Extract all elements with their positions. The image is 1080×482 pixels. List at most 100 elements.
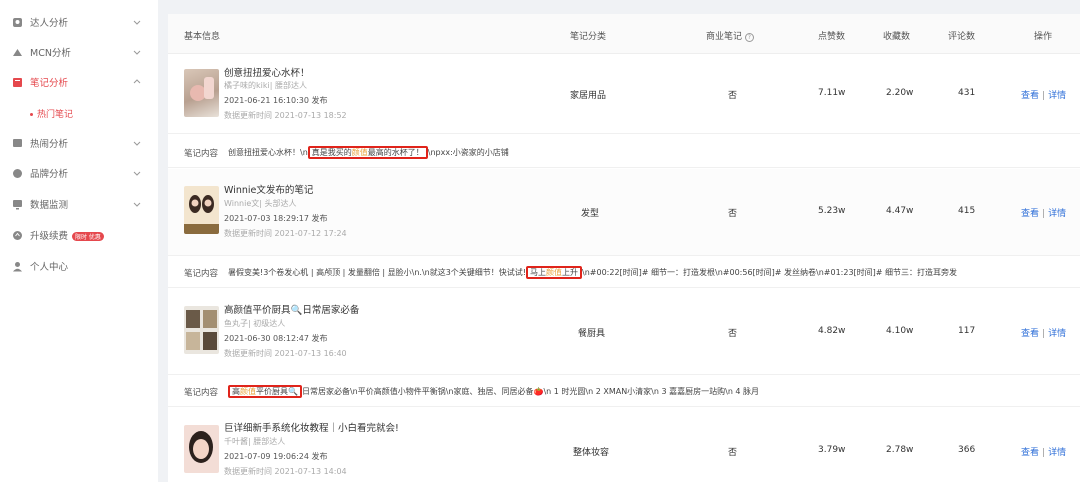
note-content-row: 笔记内容 暑假变美!3个卷发心机 | 高颅顶 | 发量翻倍 | 显脸小\n.\n… (168, 256, 1080, 288)
note-update-time: 数据更新时间 2021-07-13 14:04 (224, 467, 347, 476)
content-text-post: \npxx:小瓷家的小店铺 (427, 148, 509, 157)
sidebar-item-monitor[interactable]: 数据监测 (0, 189, 158, 219)
note-category: 家居用品 (570, 91, 607, 101)
note-content-text: 暑假变美!3个卷发心机 | 高颅顶 | 发量翻倍 | 显脸小\n.\n就这3个关… (228, 266, 958, 279)
sidebar-subitem-hot-notes[interactable]: 热门笔记 (30, 107, 73, 120)
note-comments: 415 (958, 206, 976, 216)
row-actions: 查看 | 详情 (1021, 88, 1066, 101)
sidebar-item-notes[interactable]: 笔记分析 (0, 67, 158, 97)
notebook-icon (12, 77, 23, 88)
sidebar-item-mcn[interactable]: MCN分析 (0, 37, 158, 67)
sidebar-item-hot[interactable]: 热闹分析 (0, 128, 158, 158)
content-text-pre: 创意扭扭爱心水杯！\n (228, 148, 308, 157)
brand-icon (12, 168, 23, 179)
content-text-boxed: 真是我买的 (311, 148, 352, 157)
sidebar-item-upgrade[interactable]: 升级续费 限时 优惠 (0, 220, 158, 250)
content-text-pre: 暑假变美!3个卷发心机 | 高颅顶 | 发量翻倍 | 显脸小\n.\n就这3个关… (228, 268, 527, 277)
sidebar-item-label-text: 升级续费 (30, 231, 69, 242)
note-likes: 4.82w (818, 326, 846, 336)
note-likes: 5.23w (818, 206, 846, 216)
content-text-post: 日常居家必备\n平价高颜值小物件平衡锅\n家庭、独居、同居必备🍅\n 1 时光圆… (301, 387, 760, 396)
sidebar-item-brand[interactable]: 品牌分析 (0, 158, 158, 188)
sidebar-item-label: MCN分析 (30, 48, 71, 59)
note-thumbnail[interactable] (184, 69, 219, 117)
sidebar-item-label: 升级续费 限时 优惠 (30, 228, 104, 242)
header-favorites[interactable]: 收藏数 (883, 29, 910, 42)
chevron-up-icon (133, 78, 141, 86)
row-actions: 查看 | 详情 (1021, 206, 1066, 219)
note-thumbnail[interactable] (184, 186, 219, 234)
upgrade-icon (12, 230, 23, 241)
view-link[interactable]: 查看 (1021, 91, 1039, 101)
table-row: Winnie文发布的笔记 Winnie文| 头部达人 2021-07-03 18… (168, 169, 1080, 256)
note-commercial: 否 (728, 448, 738, 458)
note-title[interactable]: 创意扭扭爱心水杯！ (224, 65, 310, 79)
help-icon[interactable]: ? (744, 33, 754, 42)
sidebar: 达人分析 MCN分析 笔记分析 热门笔记 热闹分析 品牌分析 数据监测 升级续费… (0, 0, 158, 482)
note-title[interactable]: Winnie文发布的笔记 (224, 182, 313, 196)
note-content-row: 笔记内容 高颜值平价厨具🔍 日常居家必备\n平价高颜值小物件平衡锅\n家庭、独居、… (168, 375, 1080, 407)
sidebar-subitem-label: 热门笔记 (37, 110, 74, 120)
content-highlight-box: 真是我买的颜值最高的水杯了！ (307, 146, 428, 159)
header-likes[interactable]: 点赞数 (818, 29, 845, 42)
chevron-down-icon (133, 18, 141, 26)
header-commercial: 商业笔记 ? (706, 29, 754, 42)
detail-link[interactable]: 详情 (1048, 448, 1066, 458)
sidebar-item-label: 数据监测 (30, 200, 69, 211)
divider: | (1042, 209, 1046, 219)
chevron-down-icon (133, 139, 141, 147)
view-link[interactable]: 查看 (1021, 448, 1039, 458)
row-actions: 查看 | 详情 (1021, 326, 1066, 339)
note-likes: 7.11w (818, 88, 846, 98)
divider: | (1042, 329, 1046, 339)
note-comments: 117 (958, 326, 976, 336)
sidebar-item-talent[interactable]: 达人分析 (0, 7, 158, 37)
note-publish-time: 2021-06-30 08:12:47 发布 (224, 334, 328, 343)
chevron-down-icon (133, 200, 141, 208)
note-author[interactable]: 橘子味的kiki| 腰部达人 (224, 80, 307, 91)
content-highlight-box: 高颜值平价厨具🔍 (228, 385, 302, 398)
note-category: 发型 (581, 209, 600, 219)
header-ops: 操作 (1034, 32, 1053, 42)
note-title[interactable]: 巨详细新手系统化妆教程｜小白看完就会! (224, 420, 399, 434)
monitor-icon (12, 199, 23, 210)
header-commercial-label: 商业笔记 (706, 32, 743, 42)
table-row: 巨详细新手系统化妆教程｜小白看完就会! 千叶酱| 腰部达人 2021-07-09… (168, 408, 1080, 482)
header-category: 笔记分类 (570, 32, 607, 42)
detail-link[interactable]: 详情 (1048, 209, 1066, 219)
note-author[interactable]: 鱼丸子| 初级达人 (224, 318, 285, 329)
note-likes: 3.79w (818, 445, 846, 455)
note-update-time: 数据更新时间 2021-07-13 18:52 (224, 111, 347, 120)
content-text-post: \n#00:22[时间]# 细节一：打造发根\n#00:56[时间]# 发丝纳卷… (582, 268, 958, 277)
table-header: 基本信息 笔记分类 商业笔记 ? 点赞数 收藏数 评论数 操作 (168, 14, 1080, 54)
sidebar-item-label: 笔记分析 (30, 78, 69, 89)
keyword-highlight: 颜值 (546, 268, 563, 277)
note-commercial: 否 (728, 209, 738, 219)
chevron-down-icon (133, 169, 141, 177)
divider: | (1042, 448, 1046, 458)
note-thumbnail[interactable] (184, 425, 219, 473)
detail-link[interactable]: 详情 (1048, 91, 1066, 101)
row-actions: 查看 | 详情 (1021, 445, 1066, 458)
note-content-row: 笔记内容 创意扭扭爱心水杯！\n 真是我买的颜值最高的水杯了！ \npxx:小瓷家的… (168, 136, 1080, 168)
view-link[interactable]: 查看 (1021, 329, 1039, 339)
note-favorites: 2.78w (886, 445, 914, 455)
sidebar-item-profile[interactable]: 个人中心 (0, 251, 158, 281)
note-comments: 366 (958, 445, 976, 455)
note-title[interactable]: 高颜值平价厨具🔍日常居家必备 (224, 302, 359, 316)
active-dot (30, 113, 33, 116)
note-author[interactable]: Winnie文| 头部达人 (224, 198, 296, 209)
content-text-boxed: 最高的水杯了！ (367, 148, 424, 157)
hot-icon (12, 138, 23, 149)
detail-link[interactable]: 详情 (1048, 329, 1066, 339)
view-link[interactable]: 查看 (1021, 209, 1039, 219)
note-publish-time: 2021-07-09 19:06:24 发布 (224, 452, 328, 461)
note-author[interactable]: 千叶酱| 腰部达人 (224, 436, 285, 447)
note-favorites: 4.47w (886, 206, 914, 216)
content-text-boxed: 马上 (530, 268, 547, 277)
note-comments: 431 (958, 88, 976, 98)
header-comments[interactable]: 评论数 (948, 29, 975, 42)
person-icon (12, 261, 23, 272)
note-commercial: 否 (728, 91, 738, 101)
note-thumbnail[interactable] (184, 306, 219, 354)
